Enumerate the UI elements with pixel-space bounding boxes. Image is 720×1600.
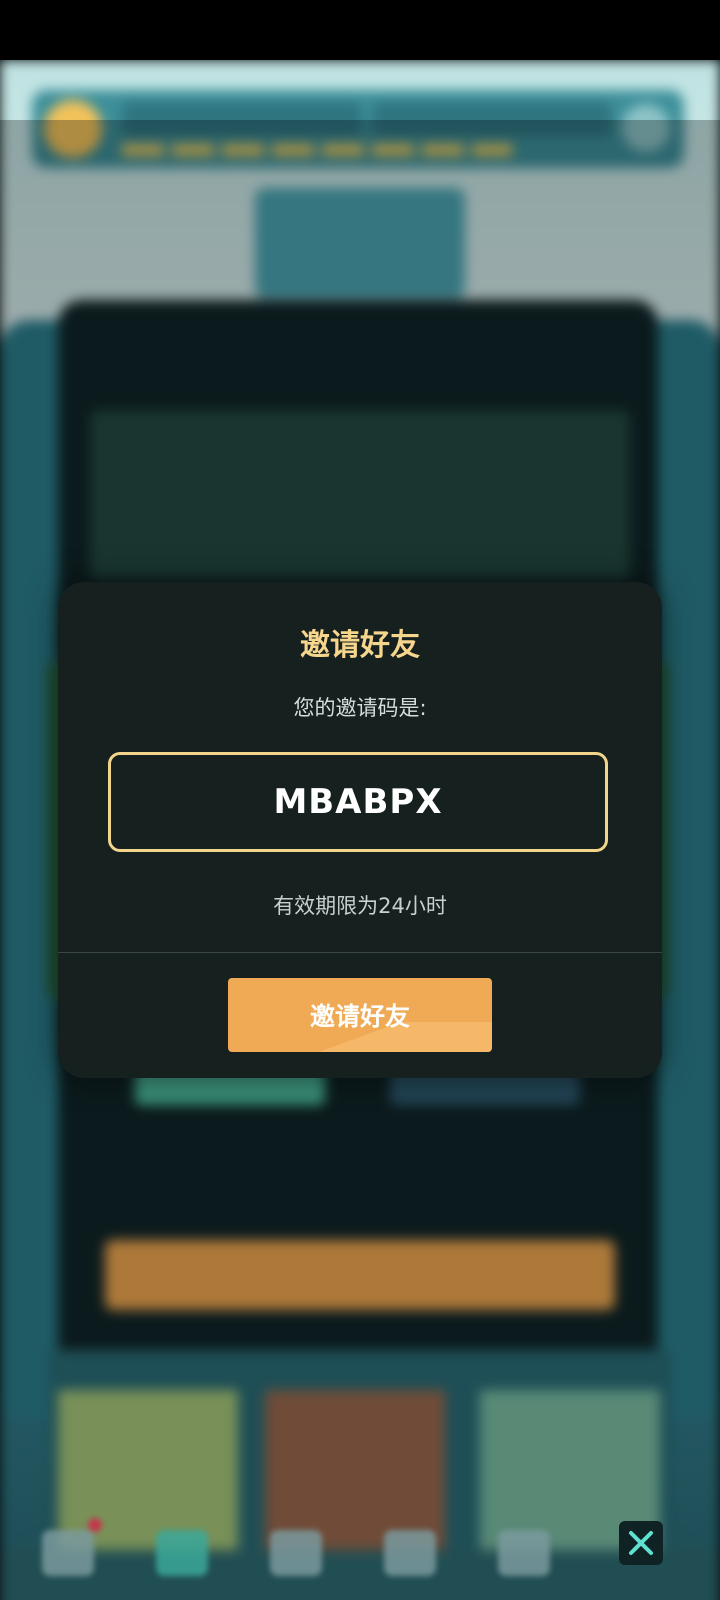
heart-icon: [498, 1530, 550, 1576]
divider: [58, 952, 662, 953]
invite-friends-button[interactable]: 邀请好友: [228, 978, 492, 1052]
status-bar: [0, 0, 720, 60]
triangle-icon: [42, 1530, 94, 1576]
dialog-title: 邀请好友: [300, 628, 420, 663]
invite-button-label: 邀请好友: [309, 1002, 410, 1031]
close-button[interactable]: [619, 1521, 663, 1565]
invite-dialog: 邀请好友 您的邀请码是: MBABPX 有效期限为24小时 邀请好友: [58, 582, 662, 1078]
diamond-icon: [384, 1530, 436, 1576]
gear-icon: [270, 1530, 322, 1576]
bottom-nav-bar: [0, 1490, 720, 1600]
shield-icon: [156, 1530, 208, 1576]
invite-code-label: 您的邀请码是:: [293, 696, 427, 720]
invite-code-box[interactable]: MBABPX: [108, 752, 608, 852]
validity-text: 有效期限为24小时: [273, 894, 447, 918]
invite-code: MBABPX: [273, 782, 443, 822]
notification-dot: [88, 1518, 102, 1532]
close-icon: [629, 1531, 653, 1555]
